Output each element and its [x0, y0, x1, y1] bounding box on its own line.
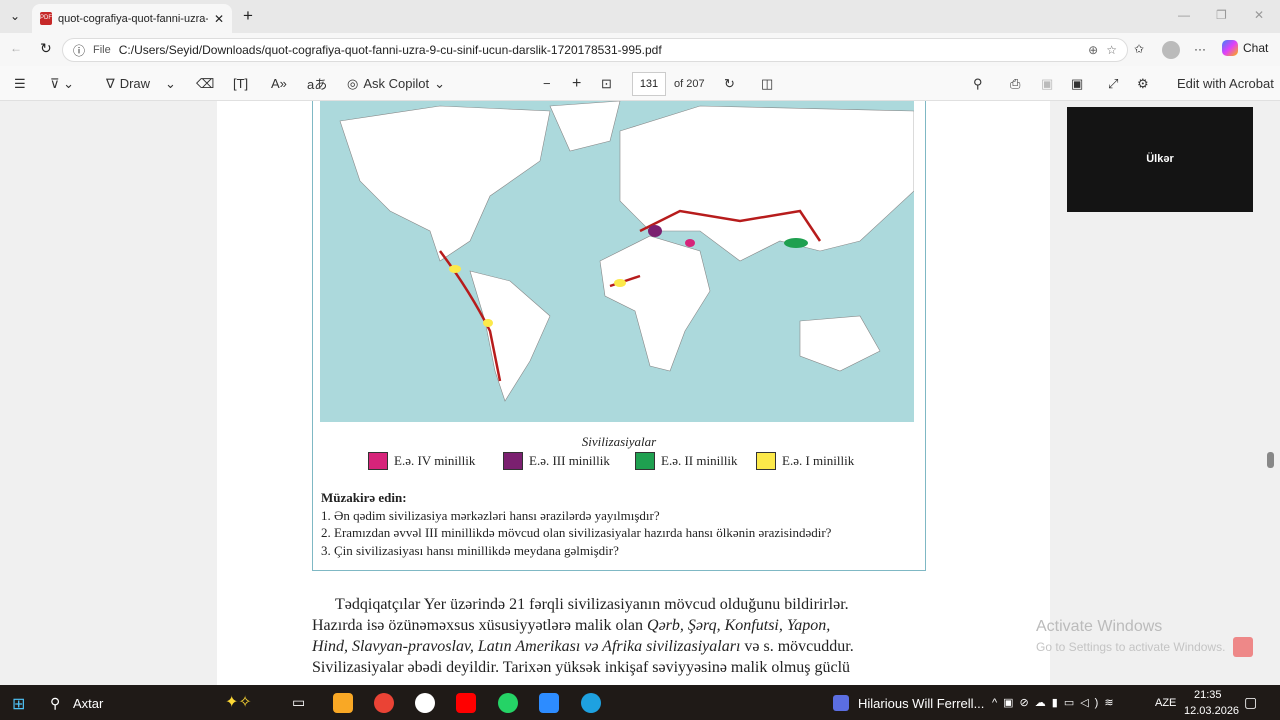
search-icon[interactable]: ⚲ — [50, 695, 60, 712]
page-view-icon[interactable]: ◫ — [761, 66, 773, 101]
profile-avatar[interactable] — [1162, 41, 1180, 59]
chrome-icon[interactable] — [374, 693, 394, 713]
video-call-overlay[interactable]: Ülkər — [1067, 107, 1253, 212]
info-icon: ⓘ — [73, 43, 86, 58]
translate-icon[interactable]: aあ — [307, 66, 327, 101]
legend-swatch — [368, 452, 388, 470]
legend-label: E.ə. IV minillik — [394, 453, 476, 468]
legend-item: E.ə. II minillik — [635, 452, 738, 470]
tab-pdf[interactable]: PDF quot-cografiya-quot-fanni-uzra-9- ✕ — [32, 4, 232, 33]
favorites-icon[interactable]: ✩ — [1134, 42, 1144, 56]
pdf-icon: PDF — [40, 12, 52, 25]
close-window-icon[interactable]: ✕ — [1254, 8, 1264, 22]
media-title[interactable]: Hilarious Will Ferrell... — [858, 696, 984, 711]
text-box-icon[interactable]: [T] — [233, 66, 248, 101]
save-as-icon[interactable]: ▣ — [1071, 66, 1083, 101]
close-tab-icon[interactable]: ✕ — [214, 12, 224, 26]
body-line: Hind, Slavyan-pravoslav, Latın Amerikası… — [312, 638, 854, 655]
back-icon[interactable]: ← — [10, 41, 22, 55]
new-tab-icon[interactable]: + — [243, 6, 253, 26]
settings-gear-icon[interactable]: ⚙ — [1137, 66, 1149, 101]
draw-label: Draw — [119, 76, 151, 91]
copilot-icon: ◎ — [347, 75, 359, 91]
fullscreen-icon[interactable]: ⤢ — [1108, 66, 1118, 101]
file-explorer-icon[interactable] — [333, 693, 353, 713]
fit-width-icon[interactable]: ⊡ — [601, 66, 612, 101]
body-line: Tədqiqatçılar Yer üzərində 21 fərqli siv… — [335, 596, 849, 613]
address-input[interactable]: ⓘ File C:/Users/Seyid/Downloads/quot-cog… — [62, 38, 1128, 62]
draw-button[interactable]: ∇ Draw ⌄ — [106, 66, 176, 101]
clock-date[interactable]: 12.03.2026 — [1184, 705, 1239, 717]
tab-bar: ⌄ PDF quot-cografiya-quot-fanni-uzra-9- … — [0, 0, 1280, 33]
ask-copilot-label: Ask Copilot — [363, 76, 430, 91]
task-view-icon[interactable]: ▭ — [292, 694, 305, 711]
legend-swatch — [503, 452, 523, 470]
minimize-icon[interactable]: — — [1178, 8, 1190, 22]
total-pages: of 207 — [674, 77, 705, 90]
zoom-out-icon[interactable]: − — [543, 66, 551, 101]
legend-label: E.ə. II minillik — [661, 453, 738, 468]
legend-swatch — [756, 452, 776, 470]
file-label: File — [93, 44, 111, 56]
language-indicator[interactable]: AZE — [1155, 697, 1176, 709]
copilot-sparkle-icon: ✦✧ — [225, 694, 252, 711]
maximize-icon[interactable]: ❐ — [1216, 8, 1227, 22]
youtube-icon[interactable] — [456, 693, 476, 713]
legend-item: E.ə. IV minillik — [368, 452, 475, 470]
zoom-icon[interactable]: ⊕ — [1088, 43, 1098, 57]
url-text: C:/Users/Seyid/Downloads/quot-cografiya-… — [118, 43, 662, 57]
legend-title: Sivilizasiyalar — [581, 434, 657, 449]
whatsapp-icon[interactable] — [498, 693, 518, 713]
copilot-icon — [1222, 40, 1238, 56]
legend-swatch — [635, 452, 655, 470]
body-line: Hazırda isə özünəməxsus xüsusiyyətlərə m… — [312, 617, 831, 634]
eraser-icon[interactable]: ⌫ — [196, 66, 214, 101]
contents-icon[interactable]: ☰ — [14, 66, 26, 101]
acrobat-icon[interactable] — [1233, 637, 1253, 657]
participant-name: Ülkər — [1146, 153, 1174, 165]
scrollbar-thumb[interactable] — [1267, 452, 1274, 468]
legend-item: E.ə. I minillik — [756, 452, 854, 470]
highlight-icon[interactable]: ⊽ ⌄ — [50, 66, 74, 101]
media-player-icon — [833, 695, 849, 711]
page-number-input[interactable]: 131 — [632, 72, 666, 96]
discussion-title: Müzakirə edin: — [321, 490, 407, 505]
ask-copilot-button[interactable]: ◎ Ask Copilot ⌄ — [347, 66, 445, 101]
edge-icon[interactable] — [581, 693, 601, 713]
tab-list-chevron-icon[interactable]: ⌄ — [10, 9, 20, 23]
print-icon[interactable]: ⎙ — [1010, 66, 1020, 101]
clock-time[interactable]: 21:35 — [1194, 689, 1222, 701]
read-aloud-icon[interactable]: A» — [271, 66, 287, 101]
chat-label: Chat — [1243, 41, 1269, 55]
scrollbar[interactable] — [1265, 101, 1280, 685]
tab-title: quot-cografiya-quot-fanni-uzra-9- — [58, 12, 208, 25]
notifications-icon[interactable]: ▢ — [1244, 694, 1257, 711]
zoom-in-icon[interactable]: + — [572, 66, 581, 101]
rotate-icon[interactable]: ↻ — [724, 66, 735, 101]
favorite-star-icon[interactable]: ☆ — [1106, 43, 1117, 57]
question: 3. Çin sivilizasiyası hansı minillikdə m… — [321, 543, 619, 558]
edit-with-acrobat-button[interactable]: Edit with Acrobat — [1177, 66, 1274, 101]
search-icon[interactable]: ⚲ — [973, 66, 983, 101]
legend-label: E.ə. I minillik — [782, 453, 855, 468]
draw-icon: ∇ — [106, 75, 115, 91]
app-icon[interactable] — [415, 693, 435, 713]
zoom-app-icon[interactable] — [539, 693, 559, 713]
legend-label: E.ə. III minillik — [529, 453, 610, 468]
activation-watermark-title: Activate Windows — [1036, 618, 1163, 635]
refresh-icon[interactable]: ↻ — [40, 40, 52, 57]
more-icon[interactable]: ··· — [1194, 42, 1206, 56]
windows-start-icon[interactable]: ⊞ — [12, 694, 25, 714]
legend-item: E.ə. III minillik — [503, 452, 610, 470]
activation-watermark-subtitle: Go to Settings to activate Windows. — [1036, 640, 1226, 654]
question: 2. Eramızdan əvvəl III minillikdə mövcud… — [321, 525, 832, 540]
taskbar-search-label[interactable]: Axtar — [73, 696, 103, 711]
system-tray-icons[interactable]: ^▣⊘☁▮▭◁)≋ — [992, 696, 1120, 709]
copilot-chat-button[interactable]: Chat — [1222, 40, 1268, 56]
save-icon[interactable]: ▣ — [1041, 66, 1053, 101]
body-line: Sivilizasiyalar əbədi deyildir. Tarixən … — [312, 659, 851, 676]
question: 1. Ən qədim sivilizasiya mərkəzləri hans… — [321, 508, 660, 523]
civilizations-map — [320, 100, 915, 422]
